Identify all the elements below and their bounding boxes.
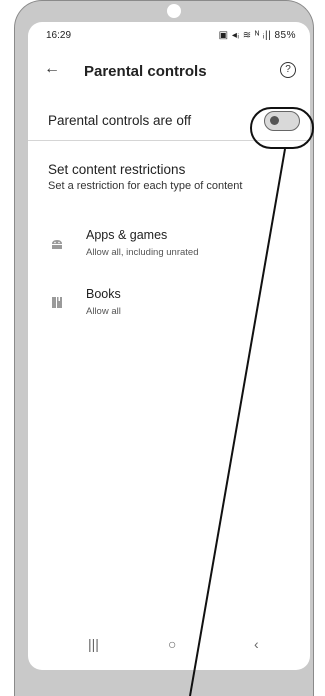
nav-back-button[interactable]: ‹	[254, 636, 259, 652]
app-bar: ← Parental controls ?	[28, 58, 310, 88]
section-title: Set content restrictions	[48, 162, 186, 177]
section-subtitle: Set a restriction for each type of conte…	[48, 180, 243, 192]
home-button[interactable]: ○	[168, 636, 176, 652]
status-time: 16:29	[46, 30, 72, 41]
android-icon	[52, 240, 62, 249]
item-subtitle: Allow all, including unrated	[86, 247, 199, 258]
status-bar: 16:29 ▣ ◂ᵢ ≋ ᴺ ᵢ|| 85%	[28, 30, 310, 46]
parental-controls-label: Parental controls are off	[48, 113, 192, 128]
system-nav-bar: ||| ○ ‹	[28, 636, 310, 656]
recents-button[interactable]: |||	[88, 636, 99, 652]
item-label: Books	[86, 287, 121, 301]
page-title: Parental controls	[84, 63, 207, 80]
help-icon[interactable]: ?	[280, 62, 296, 78]
back-arrow-icon[interactable]: ←	[44, 60, 60, 78]
item-subtitle: Allow all	[86, 306, 121, 317]
list-item-books[interactable]: Books Allow all	[28, 287, 310, 327]
book-icon	[52, 297, 62, 308]
callout-circle	[250, 107, 314, 149]
camera-notch	[167, 4, 181, 18]
item-label: Apps & games	[86, 228, 168, 242]
list-item-apps-games[interactable]: Apps & games Allow all, including unrate…	[28, 228, 310, 268]
status-icons: ▣ ◂ᵢ ≋ ᴺ ᵢ|| 85%	[218, 30, 296, 41]
